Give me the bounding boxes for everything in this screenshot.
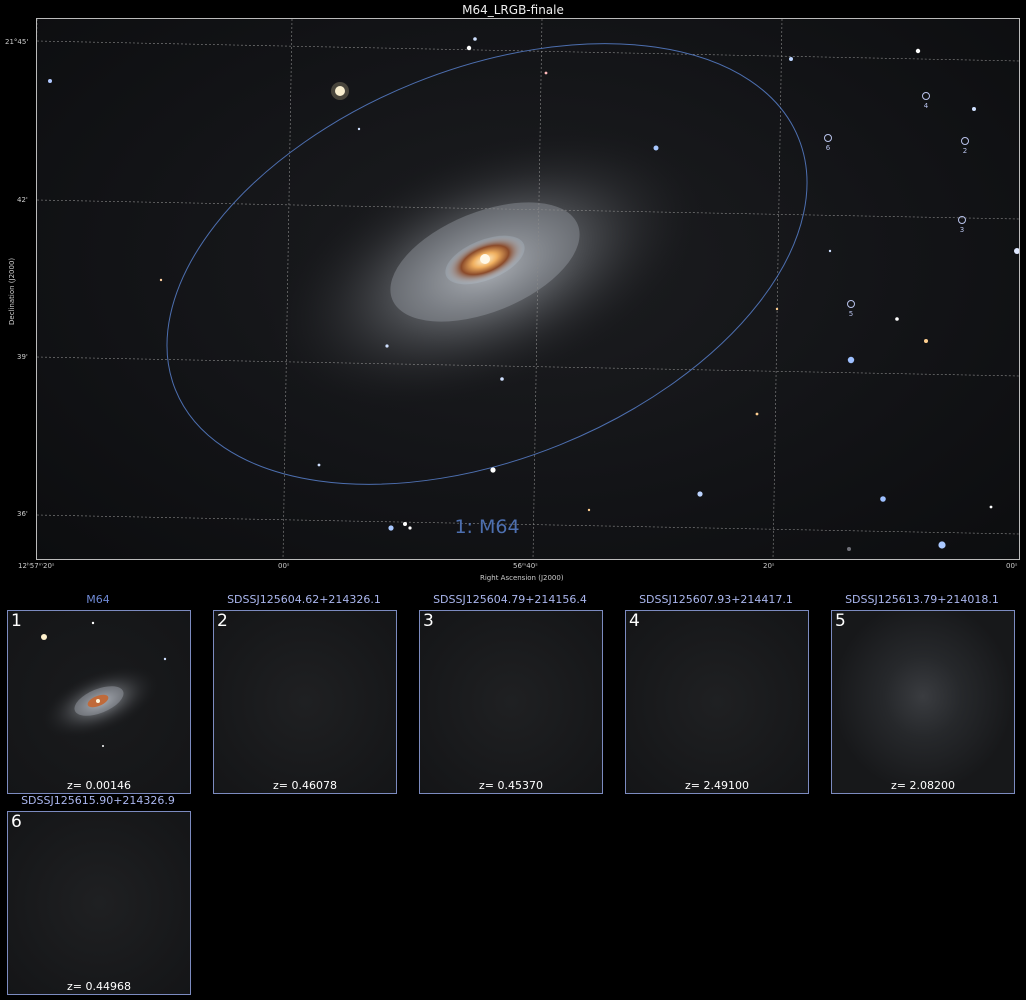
cutout-number: 6 <box>11 812 22 832</box>
marker-label-4: 4 <box>924 102 929 110</box>
marker-label-2: 2 <box>963 147 967 155</box>
cutout-number: 4 <box>629 611 640 631</box>
x-axis-title: Right Ascension (J2000) <box>480 574 564 582</box>
y-axis-title: Declination (J2000) <box>8 257 16 325</box>
y-tick-label: 39' <box>17 353 28 361</box>
cutout-title-2: SDSSJ125604.62+214326.1 <box>227 593 381 606</box>
y-tick-label: 36' <box>17 510 28 518</box>
cutout-panel-4[interactable]: 4 z= 2.49100 <box>625 610 809 794</box>
cutout-title-1: M64 <box>86 593 110 606</box>
y-tick-label: 42' <box>17 196 28 204</box>
cutout-panel-3[interactable]: 3 z= 0.45370 <box>419 610 603 794</box>
galaxy-m64 <box>269 128 705 410</box>
x-tick-label: 12ʰ57ᵐ20ˢ <box>18 562 55 570</box>
cutout-number: 5 <box>835 611 846 631</box>
y-tick-label: 21°45' <box>5 38 29 46</box>
x-tick-label: 00ˢ <box>1006 562 1018 570</box>
x-tick-label: 56ᵐ40ˢ <box>513 562 538 570</box>
marker-label-5: 5 <box>849 310 853 318</box>
cutout-number: 1 <box>11 611 22 631</box>
object-markers <box>824 92 969 308</box>
image-title: M64_LRGB-finale <box>462 3 564 17</box>
cutout-redshift: z= 2.49100 <box>685 779 749 792</box>
cutout-panel-2[interactable]: 2 z= 0.46078 <box>213 610 397 794</box>
target-label: 1: M64 <box>454 516 519 538</box>
cutout-panel-1[interactable]: 1 z= 0.00146 <box>7 610 191 794</box>
x-tick-label: 20ˢ <box>763 562 775 570</box>
cutout-panel-6[interactable]: 6 z= 0.44968 <box>7 811 191 995</box>
x-tick-label: 00ˢ <box>278 562 290 570</box>
cutout-title-3: SDSSJ125604.79+214156.4 <box>433 593 587 606</box>
sky-image: 4 6 2 3 5 1: M64 <box>36 18 1020 560</box>
cutout-redshift: z= 0.46078 <box>273 779 337 792</box>
marker-label-6: 6 <box>826 144 831 152</box>
cutout-number: 2 <box>217 611 228 631</box>
cutout-title-5: SDSSJ125613.79+214018.1 <box>845 593 999 606</box>
cutout-title-4: SDSSJ125607.93+214417.1 <box>639 593 793 606</box>
cutout-redshift: z= 0.00146 <box>67 779 131 792</box>
cutout-panel-5[interactable]: 5 z= 2.08200 <box>831 610 1015 794</box>
marker-label-3: 3 <box>960 226 964 234</box>
cutout-number: 3 <box>423 611 434 631</box>
cutout-redshift: z= 0.45370 <box>479 779 543 792</box>
cutout-redshift: z= 2.08200 <box>891 779 955 792</box>
cutout-title-6: SDSSJ125615.90+214326.9 <box>21 794 175 807</box>
cutout-redshift: z= 0.44968 <box>67 980 131 993</box>
